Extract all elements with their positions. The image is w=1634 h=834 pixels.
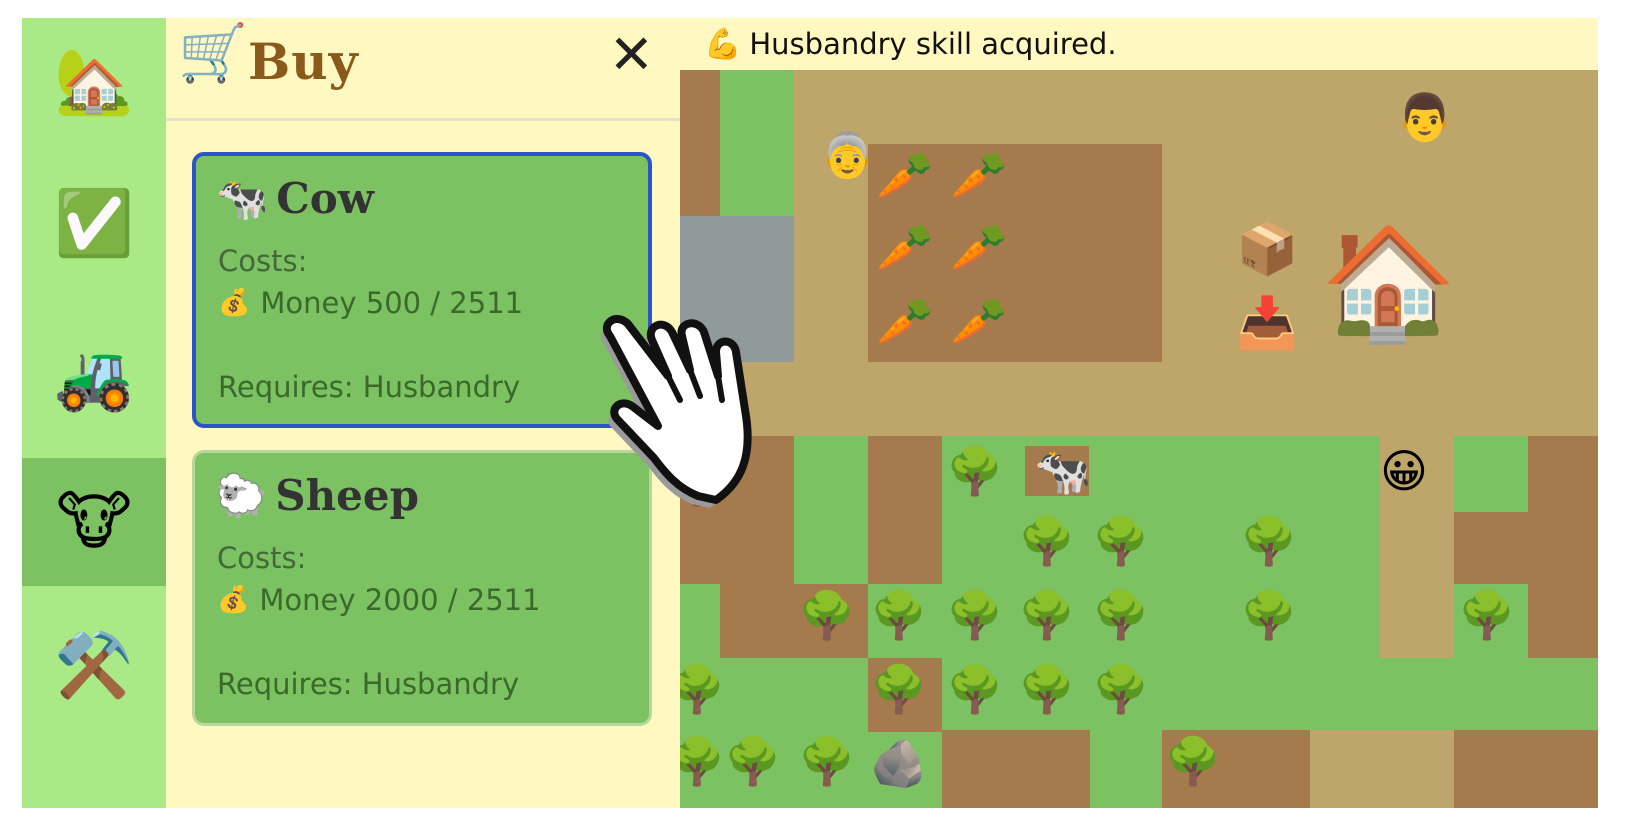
house-icon: 🏡 — [54, 45, 134, 119]
tree[interactable]: 🌳 — [946, 448, 1003, 494]
dirt-tile[interactable] — [1528, 436, 1598, 658]
carrot-crop[interactable]: 🥕 — [950, 298, 1007, 344]
checkmark-icon: ✅ — [54, 187, 134, 261]
requires-text: Requires: Husbandry — [217, 667, 520, 701]
tree[interactable]: 🌳 — [724, 738, 781, 784]
close-button[interactable]: ✕ — [609, 28, 654, 82]
grass-tile[interactable] — [720, 68, 794, 216]
tree[interactable]: 🌳 — [1018, 518, 1075, 564]
dirt-tile[interactable] — [942, 730, 1090, 808]
tree[interactable]: 🌳 — [1240, 518, 1297, 564]
path-tile[interactable] — [1310, 730, 1458, 808]
costs-label: Costs: — [218, 244, 308, 278]
tree[interactable]: 🌳 — [1092, 592, 1149, 638]
tree[interactable]: 🌳 — [1018, 666, 1075, 712]
flexed-biceps-icon: 💪 — [704, 26, 742, 62]
notification-text: Husbandry skill acquired. — [749, 27, 1117, 61]
tree[interactable]: 🌳 — [680, 666, 725, 712]
grandma-npc[interactable]: 👵 — [820, 134, 875, 178]
rock[interactable]: 🪨 — [870, 740, 927, 786]
cow-icon: 🐄 — [216, 173, 269, 223]
tasks-rail-button[interactable]: ✅ — [22, 160, 166, 288]
tree[interactable]: 🌳 — [1018, 592, 1075, 638]
cow-animal[interactable]: 🐄 — [1034, 448, 1091, 494]
hammer-pick-icon: ⚒️ — [54, 629, 134, 703]
buy-panel-header: 🛒 Buy ✕ — [166, 18, 680, 121]
cow-face-icon: 🐮 — [56, 485, 132, 559]
dirt-tile[interactable] — [1454, 730, 1598, 808]
panel-title: Buy — [248, 32, 359, 91]
farmhouse[interactable]: 🏠 — [1320, 228, 1457, 338]
money-bag-icon: 💰 — [217, 585, 250, 615]
card-name: Cow — [276, 174, 374, 223]
card-title: 🐄 Cow — [216, 174, 374, 223]
grass-tile[interactable] — [794, 436, 868, 510]
tree[interactable]: 🌳 — [946, 666, 1003, 712]
shipping-box[interactable]: 📦 — [1236, 224, 1298, 274]
carrot-crop[interactable]: 🥕 — [876, 152, 933, 198]
money-cost: 💰 Money 2000 / 2511 — [217, 583, 541, 617]
tree[interactable]: 🌳 — [1092, 518, 1149, 564]
tree[interactable]: 🌳 — [946, 592, 1003, 638]
tree[interactable]: 🌳 — [798, 592, 855, 638]
carrot-crop[interactable]: 🥕 — [950, 152, 1007, 198]
home-rail-button[interactable]: 🏡 — [22, 18, 166, 146]
tree[interactable]: 🌳 — [798, 738, 855, 784]
farming-rail-button[interactable]: 🚜 — [22, 314, 166, 442]
farm-map[interactable]: 💪 Husbandry skill acquired. 🥕 🥕 🥕 🥕 🥕 🥕 👵 👨 😀 🏠 📦 📥… — [680, 18, 1598, 808]
tree[interactable]: 🌳 — [870, 666, 927, 712]
notification-bar: 💪 Husbandry skill acquired. — [680, 18, 1598, 70]
carrot-crop[interactable]: 🥕 — [876, 298, 933, 344]
tree[interactable]: 🌳 — [1092, 666, 1149, 712]
player-character[interactable]: 😀 — [1380, 448, 1428, 494]
sheep-icon: 🐑 — [215, 470, 268, 520]
tree[interactable]: 🌳 — [1240, 592, 1297, 638]
tree[interactable]: 🌳 — [870, 592, 927, 638]
dirt-tile[interactable] — [868, 436, 942, 584]
costs-label: Costs: — [217, 541, 307, 575]
card-name: Sheep — [275, 471, 419, 520]
animals-rail-button[interactable]: 🐮 — [22, 458, 166, 586]
tree[interactable]: 🌳 — [1458, 592, 1515, 638]
shopping-cart-icon: 🛒 — [178, 21, 248, 86]
tree[interactable]: 🌳 — [1164, 738, 1221, 784]
card-title: 🐑 Sheep — [215, 471, 419, 520]
tractor-icon: 🚜 — [54, 341, 134, 415]
pointer-hand-icon — [600, 315, 752, 508]
money-cost-text: Money 500 / 2511 — [260, 286, 524, 320]
money-bag-icon: 💰 — [218, 288, 251, 318]
farmer-npc[interactable]: 👨 — [1396, 94, 1453, 140]
money-cost: 💰 Money 500 / 2511 — [218, 286, 523, 320]
tree[interactable]: 🌳 — [680, 738, 725, 784]
carrot-crop[interactable]: 🥕 — [950, 224, 1007, 270]
tools-rail-button[interactable]: ⚒️ — [22, 602, 166, 730]
carrot-crop[interactable]: 🥕 — [876, 224, 933, 270]
money-cost-text: Money 2000 / 2511 — [259, 583, 541, 617]
requires-text: Requires: Husbandry — [218, 370, 521, 404]
inbox-tray[interactable]: 📥 — [1236, 298, 1298, 348]
game-app: 🏡 ✅ 🚜 🐮 ⚒️ 🛒 Buy ✕ 🐄 Cow Costs: 💰 Money … — [22, 18, 1598, 808]
category-rail: 🏡 ✅ 🚜 🐮 ⚒️ — [22, 18, 166, 808]
